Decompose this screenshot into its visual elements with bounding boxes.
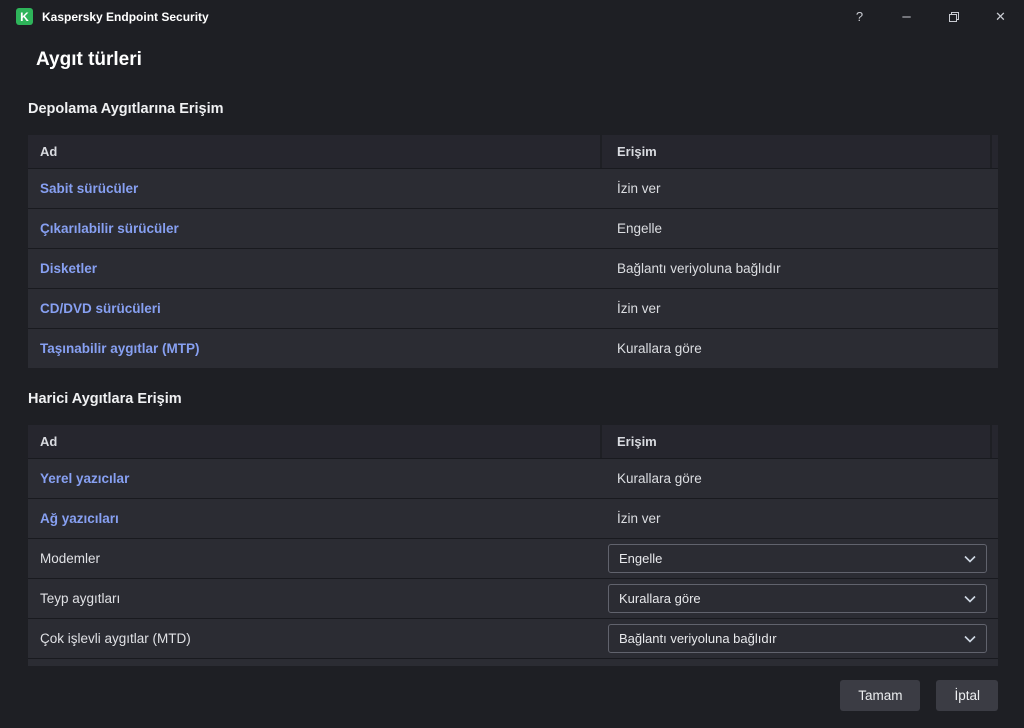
section-heading-external: Harici Aygıtlara Erişim xyxy=(28,391,182,407)
device-type-link[interactable]: Sabit sürücüler xyxy=(40,181,138,196)
device-type-link[interactable]: Taşınabilir aygıtlar (MTP) xyxy=(40,341,200,356)
table-row: Disketler Bağlantı veriyoluna bağlıdır xyxy=(28,248,998,288)
access-value: İzin ver xyxy=(617,181,661,196)
kaspersky-logo-icon: K xyxy=(16,8,33,25)
ok-button[interactable]: Tamam xyxy=(840,680,921,711)
table-row: Yerel yazıcılar Kurallara göre xyxy=(28,458,998,498)
device-type-link[interactable]: Ağ yazıcıları xyxy=(40,511,119,526)
storage-devices-table: Ad Erişim Sabit sürücüler İzin ver Çıkarıl… xyxy=(28,135,998,368)
window-controls: ? – ✕ xyxy=(836,0,1024,33)
access-value: Kurallara göre xyxy=(617,341,702,356)
device-type-link[interactable]: CD/DVD sürücüleri xyxy=(40,301,161,316)
table-row: CD/DVD sürücüleri İzin ver xyxy=(28,288,998,328)
restore-button[interactable] xyxy=(930,0,977,33)
access-select-value: Kurallara göre xyxy=(619,591,701,606)
window-title: Kaspersky Endpoint Security xyxy=(42,9,209,24)
chevron-down-icon xyxy=(964,555,976,563)
app-window: K Kaspersky Endpoint Security ? – ✕ Aygı… xyxy=(0,0,1024,711)
scrollbar-gutter xyxy=(990,425,998,458)
access-select[interactable]: Kurallara göre xyxy=(608,584,987,613)
access-select-value: Engelle xyxy=(619,551,663,566)
access-select[interactable]: Bağlantı veriyoluna bağlıdır xyxy=(608,624,987,653)
help-button[interactable]: ? xyxy=(836,0,883,33)
device-type-link[interactable]: Çıkarılabilir sürücüler xyxy=(40,221,179,236)
table-header: Ad Erişim xyxy=(28,425,998,458)
main-content: Aygıt türleri Depolama Aygıtlarına Erişi… xyxy=(0,49,1024,711)
table-row: Teyp aygıtları Kurallara göre xyxy=(28,578,998,618)
access-value: Engelle xyxy=(617,221,663,236)
device-type-link[interactable]: Disketler xyxy=(40,261,97,276)
table-body: Sabit sürücüler İzin ver Çıkarılabilir sür… xyxy=(28,168,998,368)
external-devices-section: Harici Aygıtlara Erişim Ad Erişim Yerel … xyxy=(28,391,998,666)
access-select[interactable]: Engelle xyxy=(608,544,987,573)
table-row: Çıkarılabilir sürücüler Engelle xyxy=(28,208,998,248)
close-button[interactable]: ✕ xyxy=(977,0,1024,33)
device-type-label: Modemler xyxy=(40,551,101,566)
device-type-link[interactable]: Yerel yazıcılar xyxy=(40,471,129,486)
clipped-row xyxy=(28,658,998,666)
access-value: Bağlantı veriyoluna bağlıdır xyxy=(617,261,781,276)
device-type-label: Teyp aygıtları xyxy=(40,591,121,606)
storage-devices-section: Depolama Aygıtlarına Erişim Ad Erişim Sa… xyxy=(28,101,998,368)
scrollbar-gutter xyxy=(990,135,998,168)
table-row: Taşınabilir aygıtlar (MTP) Kurallara göre xyxy=(28,328,998,368)
chevron-down-icon xyxy=(964,595,976,603)
restore-icon xyxy=(948,11,959,22)
chevron-down-icon xyxy=(964,635,976,643)
minimize-button[interactable]: – xyxy=(883,0,930,33)
access-value: İzin ver xyxy=(617,511,661,526)
column-header-access: Erişim xyxy=(617,434,657,449)
access-value: Kurallara göre xyxy=(617,471,702,486)
access-value: İzin ver xyxy=(617,301,661,316)
dialog-footer: Tamam İptal xyxy=(28,680,998,711)
table-header: Ad Erişim xyxy=(28,135,998,168)
section-heading-storage: Depolama Aygıtlarına Erişim xyxy=(28,101,224,117)
column-header-access: Erişim xyxy=(617,144,657,159)
device-type-label: Çok işlevli aygıtlar (MTD) xyxy=(40,631,191,646)
cancel-button[interactable]: İptal xyxy=(936,680,998,711)
table-body: Yerel yazıcılar Kurallara göre Ağ yazıcıla… xyxy=(28,458,998,658)
external-devices-table: Ad Erişim Yerel yazıcılar Kurallara göre A… xyxy=(28,425,998,666)
table-row: Sabit sürücüler İzin ver xyxy=(28,168,998,208)
page-title: Aygıt türleri xyxy=(36,49,142,70)
table-row: Modemler Engelle xyxy=(28,538,998,578)
column-header-name: Ad xyxy=(28,425,602,458)
table-row: Çok işlevli aygıtlar (MTD) Bağlantı veriy… xyxy=(28,618,998,658)
column-header-name: Ad xyxy=(28,135,602,168)
window-titlebar: K Kaspersky Endpoint Security ? – ✕ xyxy=(0,0,1024,33)
access-select-value: Bağlantı veriyoluna bağlıdır xyxy=(619,631,777,646)
table-row: Ağ yazıcıları İzin ver xyxy=(28,498,998,538)
